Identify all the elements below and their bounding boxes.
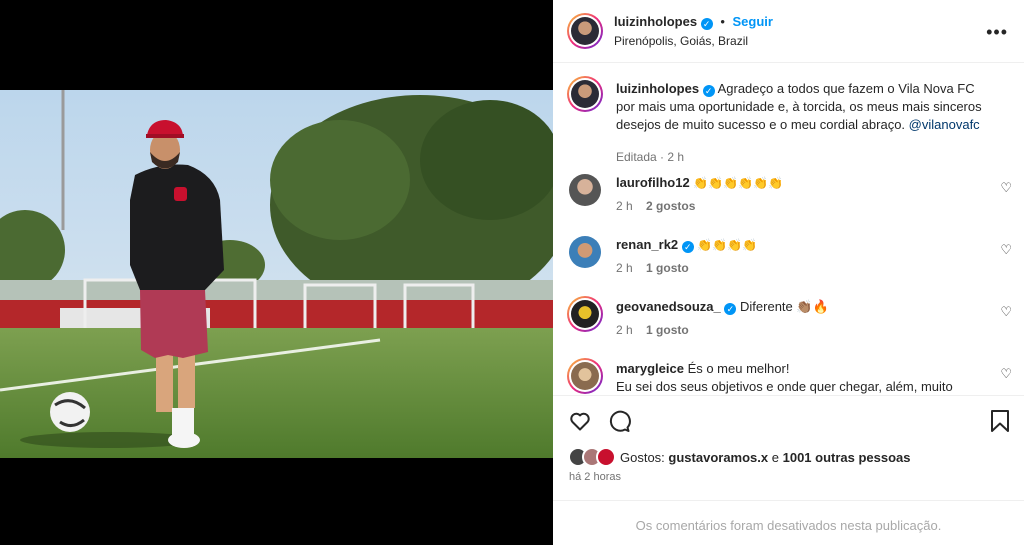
like-comment-heart-icon[interactable]: ♡ xyxy=(1000,180,1012,196)
verified-badge-icon: ✓ xyxy=(702,85,715,97)
comment-likes[interactable]: 1 gosto xyxy=(646,261,689,275)
commenter-avatar[interactable] xyxy=(569,236,601,268)
comment-time: 2 h xyxy=(616,261,633,275)
comment-bubble-icon[interactable] xyxy=(607,409,631,433)
comment-text-continued: Eu sei dos seus objetivos e onde quer ch… xyxy=(616,379,953,394)
verified-badge-icon: ✓ xyxy=(700,18,713,30)
comment-username[interactable]: marygleice xyxy=(616,361,684,376)
verified-badge-icon: ✓ xyxy=(681,241,694,253)
comment-likes[interactable]: 1 gosto xyxy=(646,323,689,337)
comment-item: geovanedsouza_ ✓ Diferente 👏🏽🔥 2 h 1 gos… xyxy=(567,296,1012,342)
comment-time: 2 h xyxy=(616,199,633,213)
verified-badge-icon: ✓ xyxy=(724,303,737,315)
comment-username[interactable]: laurofilho12 xyxy=(616,175,690,190)
likes-summary: Gostos: gustavoramos.x e 1001 outras pes… xyxy=(620,450,911,465)
author-avatar[interactable] xyxy=(567,13,603,49)
caption-meta: Editada · 2 h xyxy=(616,150,685,164)
comment-text: Diferente 👏🏽🔥 xyxy=(740,299,829,314)
like-comment-heart-icon[interactable]: ♡ xyxy=(1000,304,1012,320)
post-location[interactable]: Pirenópolis, Goiás, Brazil xyxy=(614,34,748,48)
like-comment-heart-icon[interactable]: ♡ xyxy=(1000,366,1012,382)
likes-others[interactable]: 1001 outras pessoas xyxy=(783,450,911,465)
author-username[interactable]: luizinholopes xyxy=(614,14,697,29)
like-comment-heart-icon[interactable]: ♡ xyxy=(1000,242,1012,258)
post-photo[interactable] xyxy=(0,90,553,458)
likes-connector: e xyxy=(771,450,779,465)
comments-disabled-notice: Os comentários foram desativados nesta p… xyxy=(553,500,1024,545)
comment-text: 👏👏👏👏 xyxy=(697,238,758,252)
post-media xyxy=(0,0,553,545)
more-options-icon[interactable]: ••• xyxy=(986,22,1008,43)
comment-item: marygleice És o meu melhor! Eu sei dos s… xyxy=(567,358,1012,395)
commenter-avatar[interactable] xyxy=(567,358,603,394)
commenter-avatar[interactable] xyxy=(569,174,601,206)
comment-likes[interactable]: 2 gostos xyxy=(646,199,695,213)
comment-time: 2 h xyxy=(616,323,633,337)
post-viewer: luizinholopes ✓ • Seguir Pirenópolis, Go… xyxy=(0,0,1024,545)
likes-prefix: Gostos: xyxy=(620,450,665,465)
comment-username[interactable]: geovanedsouza_ xyxy=(616,299,721,314)
comment-item: renan_rk2 ✓ 👏👏👏👏 2 h 1 gosto ♡ xyxy=(569,236,1012,280)
post-actions: Gostos: gustavoramos.x e 1001 outras pes… xyxy=(553,395,1024,500)
like-heart-icon[interactable] xyxy=(568,409,592,433)
comment-item: laurofilho12 👏👏👏👏👏👏 2 h 2 gostos ♡ xyxy=(569,174,1012,218)
caption-avatar[interactable] xyxy=(567,76,603,112)
caption-mention[interactable]: @vilanovafc xyxy=(909,117,980,132)
comments-list: luizinholopes ✓ Agradeço a todos que faz… xyxy=(553,64,1024,395)
coach-training-photo xyxy=(0,90,553,458)
separator-dot: • xyxy=(720,14,725,29)
post-header: luizinholopes ✓ • Seguir Pirenópolis, Go… xyxy=(553,0,1024,63)
post-panel: luizinholopes ✓ • Seguir Pirenópolis, Go… xyxy=(553,0,1024,545)
liker-username[interactable]: gustavoramos.x xyxy=(668,450,768,465)
caption-username[interactable]: luizinholopes xyxy=(616,81,699,96)
post-time: há 2 horas xyxy=(569,471,621,483)
save-bookmark-icon[interactable] xyxy=(989,409,1011,433)
caption-text: luizinholopes ✓ Agradeço a todos que faz… xyxy=(616,80,982,134)
follow-button[interactable]: Seguir xyxy=(733,14,773,29)
comment-text: És o meu melhor! xyxy=(687,361,790,376)
comment-text: 👏👏👏👏👏👏 xyxy=(693,176,783,190)
commenter-avatar[interactable] xyxy=(567,296,603,332)
caption: luizinholopes ✓ Agradeço a todos que faz… xyxy=(567,76,1012,164)
likers-avatars[interactable] xyxy=(568,447,618,467)
comment-username[interactable]: renan_rk2 xyxy=(616,237,678,252)
